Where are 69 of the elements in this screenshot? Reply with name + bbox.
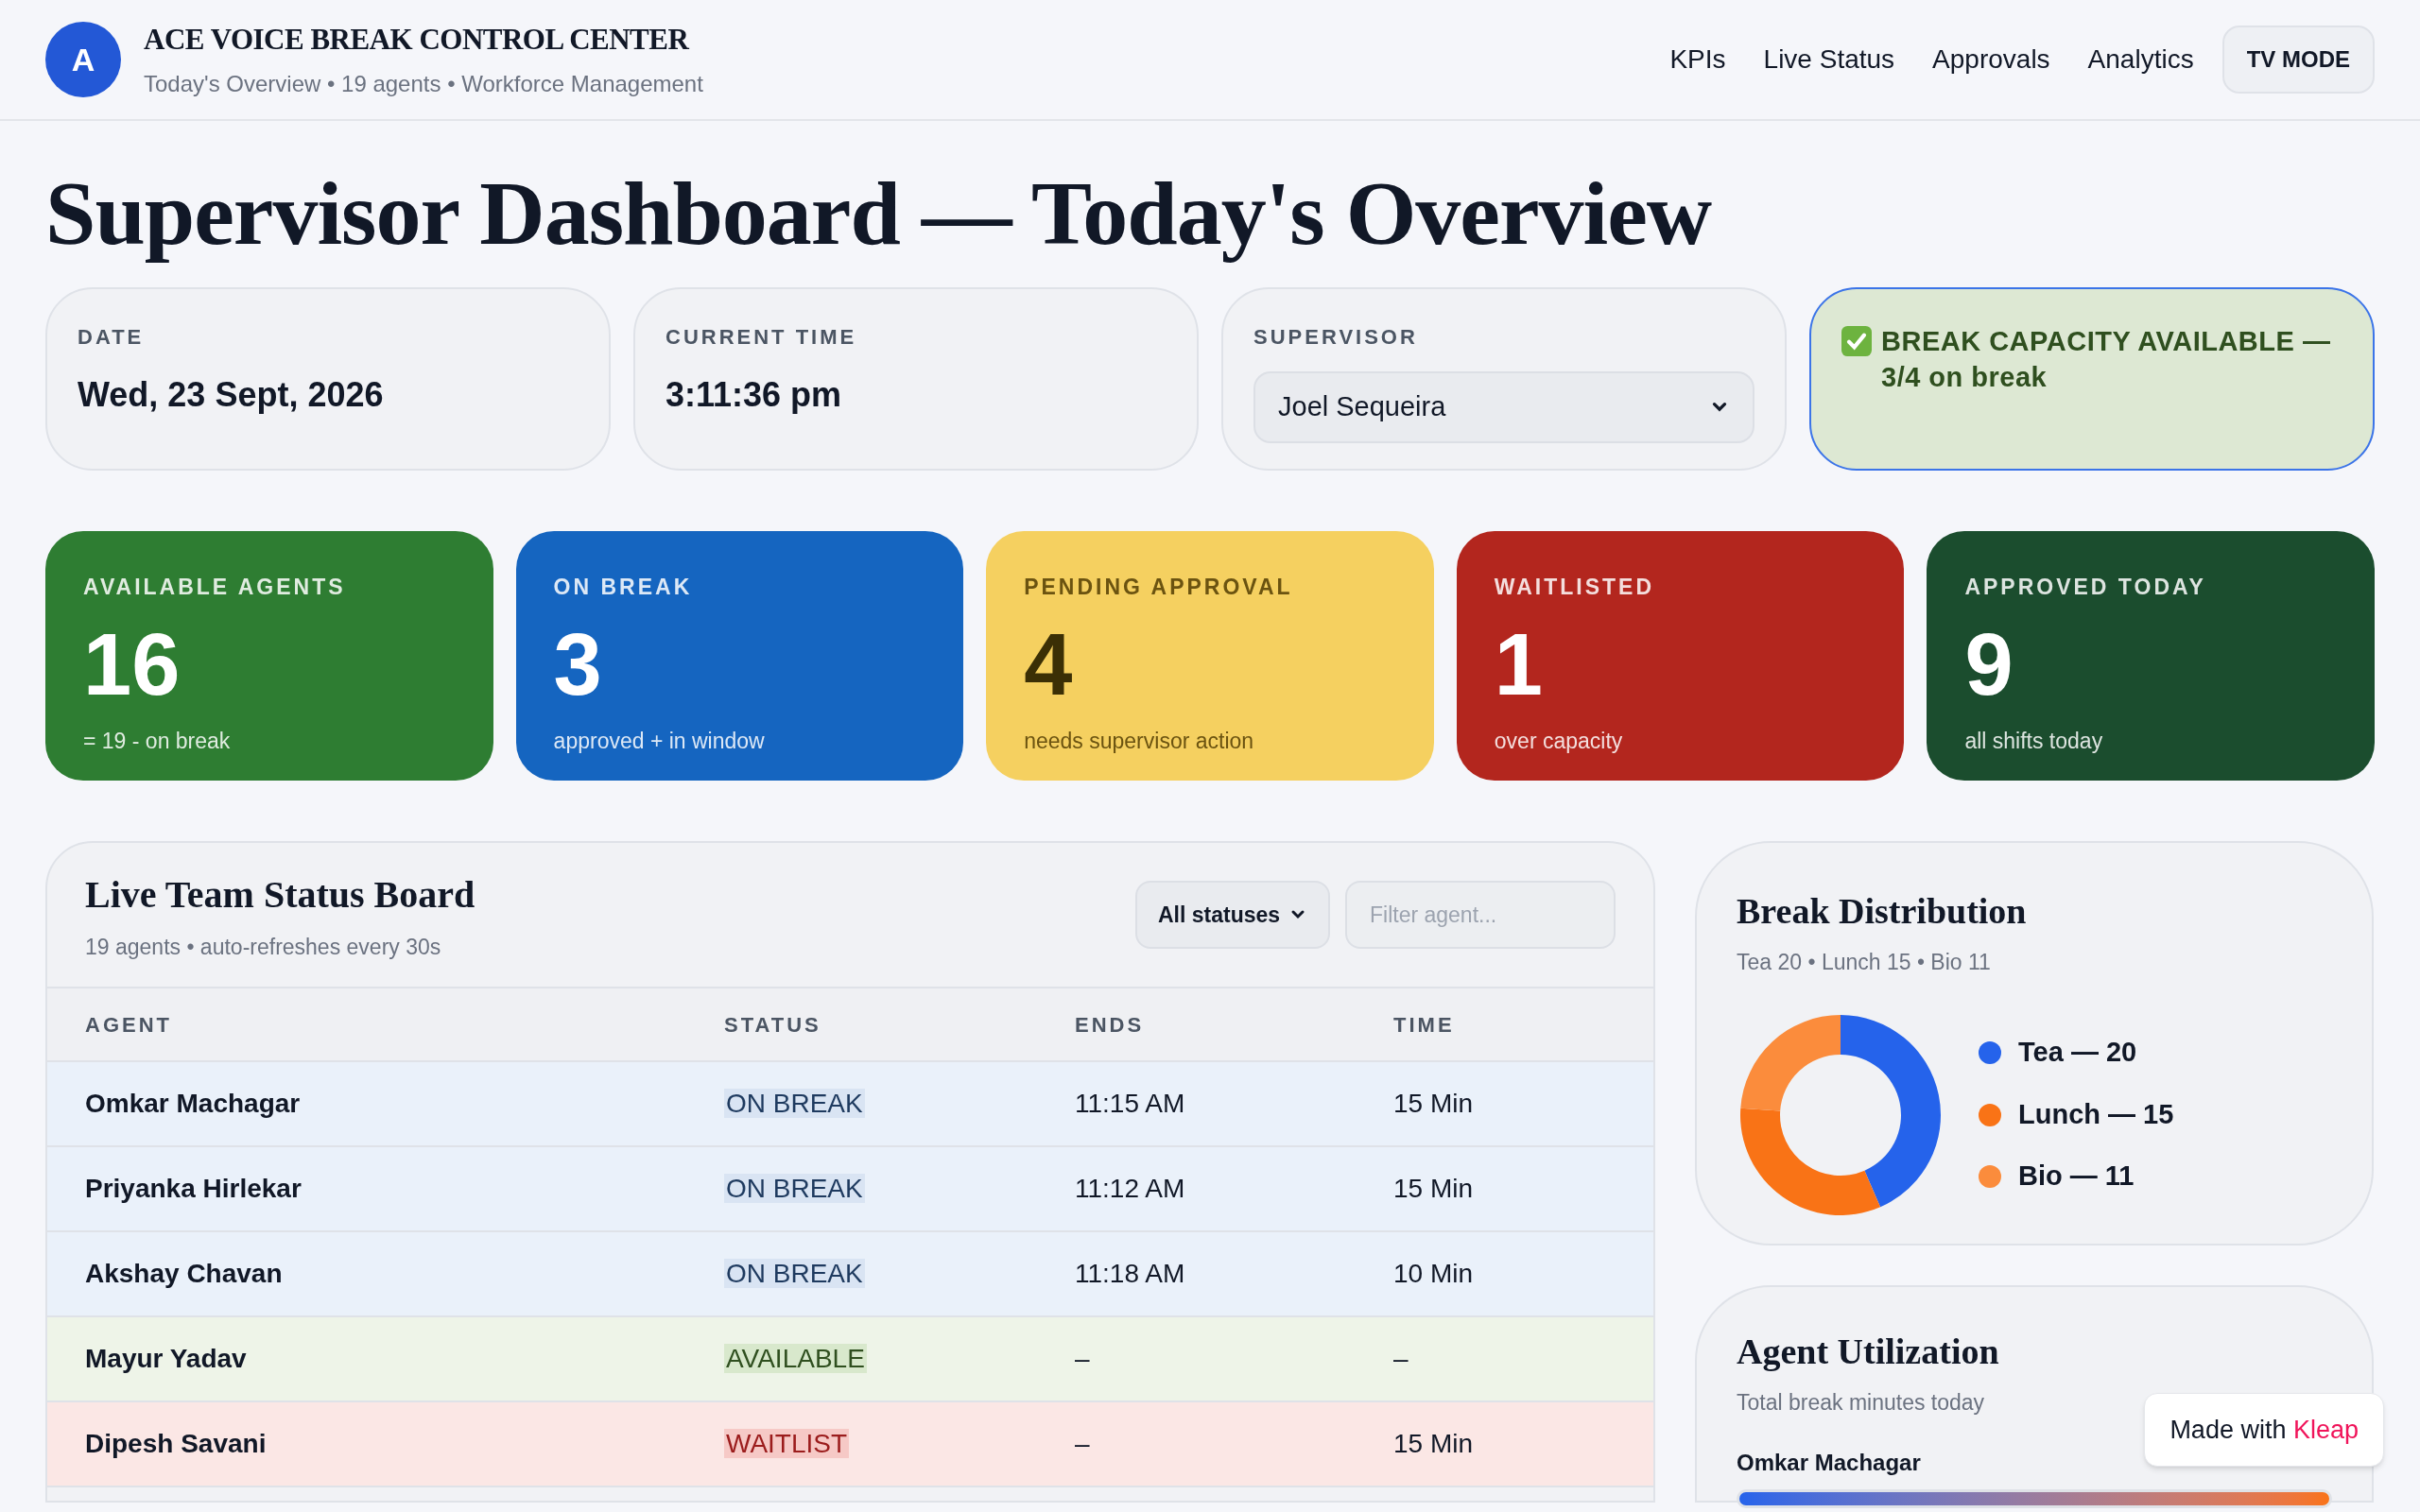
stat-value: 1 <box>1494 620 1544 708</box>
stat-note: = 19 - on break <box>83 727 232 755</box>
stat-note: all shifts today <box>1964 727 2104 755</box>
legend-label: Lunch — 15 <box>2018 1097 2174 1131</box>
status-tag: ON BREAK <box>724 1259 865 1288</box>
end-time: 11:12 AM <box>1075 1173 1186 1205</box>
legend-label: Tea — 20 <box>2018 1036 2137 1070</box>
legend-label: Bio — 11 <box>2018 1160 2135 1194</box>
stat-note: approved + in window <box>553 727 766 755</box>
card-label: CURRENT TIME <box>666 324 858 351</box>
card-title: Agent Utilization <box>1737 1331 1999 1373</box>
agent-name: Akshay Chavan <box>84 1258 284 1290</box>
stat-note: over capacity <box>1494 727 1624 755</box>
card-title: Break Distribution <box>1737 890 2027 933</box>
break-duration: 15 Min <box>1393 1173 1475 1205</box>
break-duration: 15 Min <box>1393 1428 1475 1460</box>
nav-link[interactable]: Analytics <box>2074 32 2207 87</box>
card-subtitle: Total break minutes today <box>1737 1389 1986 1417</box>
agent-name: Mayur Yadav <box>84 1343 248 1375</box>
check-icon <box>1841 326 1872 356</box>
stat-value: 3 <box>553 620 603 708</box>
status-tag: WAITLIST <box>724 1429 850 1458</box>
card-label: DATE <box>78 324 146 351</box>
card-value: Wed, 23 Sept, 2026 <box>78 374 385 416</box>
end-time: 11:15 AM <box>1075 1088 1186 1120</box>
agent-name: Omkar Machagar <box>84 1088 302 1120</box>
stat-note: needs supervisor action <box>1024 727 1255 755</box>
stat-value: 9 <box>1964 620 2014 708</box>
agent-name: Dipesh Savani <box>84 1428 268 1460</box>
column-header: ENDS <box>1075 1011 1146 1039</box>
logo: A <box>45 22 121 97</box>
card-value: 3:11:36 pm <box>666 374 843 416</box>
page-heading: Supervisor Dashboard — Today's Overview <box>45 162 1713 266</box>
card-label: SUPERVISOR <box>1253 324 1419 351</box>
made-with-badge[interactable]: Made with Kleap <box>2144 1392 2384 1467</box>
stat-label: ON BREAK <box>553 574 694 601</box>
end-time: 11:18 AM <box>1075 1258 1186 1290</box>
nav-link[interactable]: KPIs <box>1656 32 1739 87</box>
nav-link[interactable]: Approvals <box>1919 32 2064 87</box>
break-duration: 10 Min <box>1393 1258 1475 1290</box>
agent-name: Omkar Machagar <box>1737 1448 1921 1477</box>
break-duration: – <box>1393 1343 1409 1375</box>
panel-subtitle: 19 agents • auto-refreshes every 30s <box>85 933 442 961</box>
status-tag: AVAILABLE <box>724 1344 867 1373</box>
end-time: – <box>1075 1428 1091 1460</box>
tv-mode-button[interactable]: TV MODE <box>2221 26 2375 94</box>
status-tag: ON BREAK <box>724 1089 865 1118</box>
app-subtitle: Today's Overview • 19 agents • Workforce Management <box>144 70 703 99</box>
stat-label: WAITLISTED <box>1494 574 1656 601</box>
card-subtitle: Tea 20 • Lunch 15 • Bio 11 <box>1737 949 1992 976</box>
status-tag: ON BREAK <box>724 1174 865 1203</box>
stat-value: 4 <box>1024 620 1074 708</box>
stat-label: AVAILABLE AGENTS <box>83 574 347 601</box>
break-duration: 15 Min <box>1393 1088 1475 1120</box>
panel-title: Live Team Status Board <box>85 871 475 918</box>
capacity-text: BREAK CAPACITY AVAILABLE — 3/4 on break <box>1881 325 2332 394</box>
stat-value: 16 <box>83 620 182 708</box>
column-header: AGENT <box>84 1011 173 1039</box>
status-filter[interactable]: All statuses <box>1135 881 1330 949</box>
column-header: STATUS <box>724 1011 822 1039</box>
supervisor-select[interactable]: Joel Sequeira <box>1253 371 1754 443</box>
end-time: – <box>1075 1343 1091 1375</box>
column-header: TIME <box>1393 1011 1456 1039</box>
app-title: ACE VOICE BREAK CONTROL CENTER <box>144 21 691 58</box>
agent-filter-field[interactable]: Filter agent... <box>1345 881 1616 949</box>
stat-label: APPROVED TODAY <box>1964 574 2207 601</box>
agent-name: Priyanka Hirlekar <box>84 1173 302 1205</box>
nav-link[interactable]: Live Status <box>1750 32 1909 87</box>
stat-label: PENDING APPROVAL <box>1024 574 1294 601</box>
